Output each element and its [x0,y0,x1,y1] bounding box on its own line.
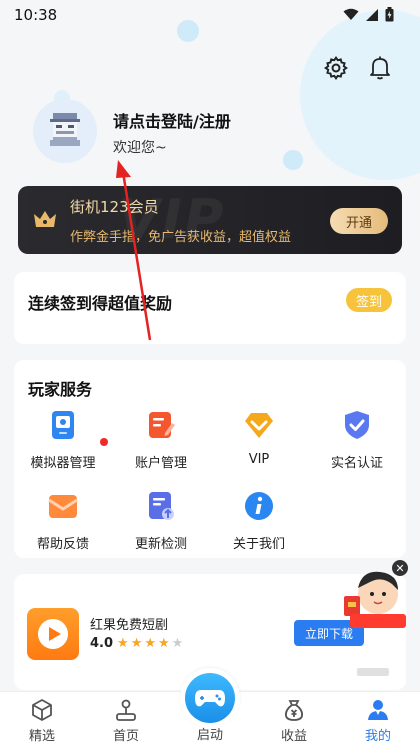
gear-icon [324,56,348,80]
service-realname-auth[interactable]: 实名认证 [308,408,406,471]
vip-description: 作弊金手指，免广告获收益，超值权益 [70,230,292,245]
decor-bubble [283,150,303,170]
signin-title: 连续签到得超值奖励 [28,294,173,313]
vip-title: 街机123会员 [70,198,159,216]
service-label: 更新检测 [134,537,187,552]
player-services-card: 玩家服务 模拟器管理 账户管理 VIP 实名认证 帮助反馈 更新检测 关于我们 [14,360,406,558]
service-help-feedback[interactable]: 帮助反馈 [14,489,112,552]
ad-app-thumbnail [27,608,79,660]
tab-label: 收益 [280,729,307,744]
mail-icon [46,489,80,523]
status-icons [343,7,394,22]
status-bar: 10:38 [0,0,420,30]
tab-home[interactable]: 首页 [84,692,168,747]
tab-label: 精选 [28,729,55,744]
ad-rating: 4.0 ★★★★★ [90,636,185,651]
services-title: 玩家服务 [28,380,93,399]
emulator-icon [46,408,80,442]
close-icon[interactable]: ✕ [392,560,408,576]
service-vip[interactable]: VIP [210,408,308,471]
battery-icon [385,7,394,22]
welcome-text: 欢迎您~ [113,140,167,156]
play-icon [38,619,68,649]
tab-featured[interactable]: 精选 [0,692,84,747]
launch-button[interactable] [185,673,235,723]
service-account-manage[interactable]: 账户管理 [112,408,210,471]
gamepad-icon [195,690,225,707]
shield-check-icon [340,408,374,442]
rating-stars: ★★★★★ [117,636,185,651]
star-icon: ★ [117,636,131,651]
info-icon [242,489,276,523]
cube-icon [29,698,55,722]
vip-open-button[interactable]: 开通 [330,208,388,234]
avatar[interactable] [33,99,97,163]
pixel-avatar-icon [50,113,80,146]
star-icon: ★ [130,636,145,651]
vip-diamond-icon [242,408,276,442]
tab-launch-label: 启动 [196,728,223,743]
service-label: 关于我们 [232,537,285,552]
service-about-us[interactable]: 关于我们 [210,489,308,552]
ad-title: 红果免费短剧 [90,618,169,633]
service-label: VIP [248,452,270,467]
tab-label: 我的 [364,729,391,744]
star-empty-icon: ★ [171,636,186,651]
service-label: 实名认证 [330,456,383,471]
service-label: 模拟器管理 [30,456,96,471]
account-icon [144,408,178,442]
star-icon: ★ [144,636,158,651]
ad-label-mark [357,668,389,676]
my-page: 10:38 请点击登陆/注册 欢迎您~ VIP 街机123会员 作弊金手指，免广… [0,0,420,747]
tab-earnings[interactable]: 收益 [252,692,336,747]
tab-launch[interactable] [180,668,240,728]
signin-card: 连续签到得超值奖励 签到 [14,272,406,344]
tab-label: 首页 [112,729,139,744]
settings-button[interactable] [322,54,350,82]
update-icon [144,489,178,523]
money-bag-icon [281,698,307,722]
bell-icon [370,56,390,80]
status-time: 10:38 [14,6,58,24]
login-register-link[interactable]: 请点击登陆/注册 [113,108,231,132]
user-icon [365,698,391,722]
signal-icon [366,8,378,21]
tab-mine[interactable]: 我的 [336,692,420,747]
feedback-badge [100,438,108,446]
joystick-icon [113,698,139,722]
crown-icon [34,211,56,227]
service-update-check[interactable]: 更新检测 [112,489,210,552]
services-grid: 模拟器管理 账户管理 VIP 实名认证 帮助反馈 更新检测 关于我们 [14,408,406,552]
service-label: 账户管理 [134,456,187,471]
notification-button[interactable] [366,54,394,82]
service-emulator-manage[interactable]: 模拟器管理 [14,408,112,471]
signin-button[interactable]: 签到 [346,288,392,312]
service-label: 帮助反馈 [36,537,89,552]
wifi-icon [343,8,359,20]
vip-banner[interactable]: VIP 街机123会员 作弊金手指，免广告获收益，超值权益 开通 [18,186,402,254]
header-actions [322,54,394,82]
star-icon: ★ [158,636,172,651]
decor-bubble [300,10,420,180]
ad-rating-value: 4.0 [90,636,114,651]
